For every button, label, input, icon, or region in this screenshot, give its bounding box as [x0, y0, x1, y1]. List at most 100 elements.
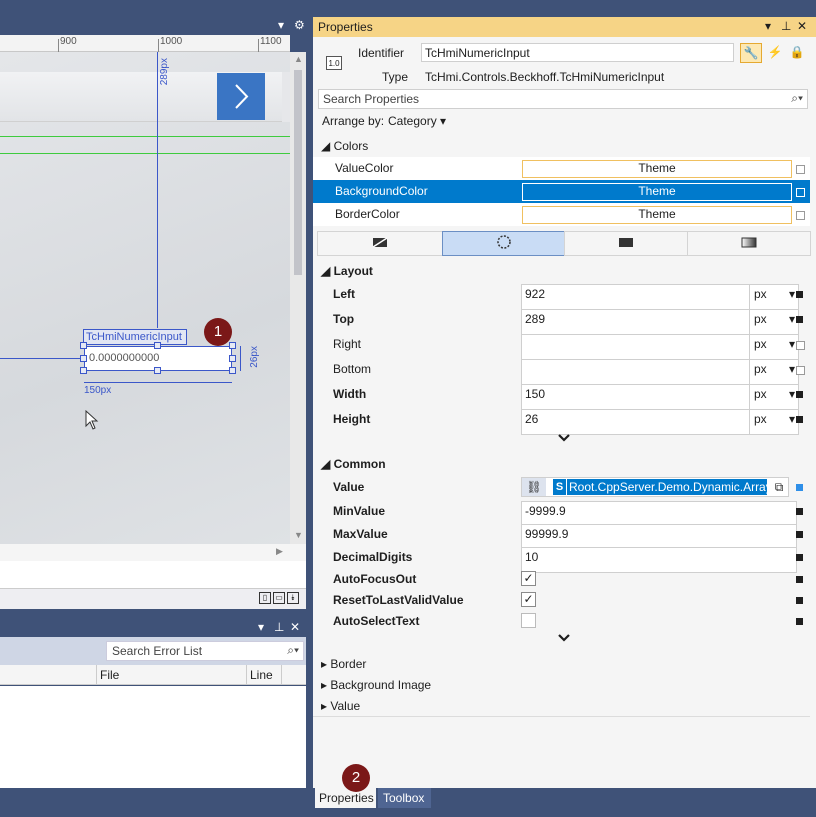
resize-handle[interactable] — [229, 342, 236, 349]
category-border[interactable]: ▸ Border — [321, 657, 366, 671]
close-icon[interactable]: ✕ — [797, 19, 807, 33]
property-state-icon — [796, 531, 803, 538]
resize-handle[interactable] — [154, 342, 161, 349]
category-common[interactable]: ◢ Common — [321, 457, 386, 471]
arrange-by-dropdown[interactable]: Category ▾ — [388, 114, 446, 128]
dropdown-arrow-icon[interactable]: ▾ — [278, 18, 284, 32]
top-distance-line — [157, 52, 158, 328]
search-icon[interactable]: ⌕▾ — [287, 643, 299, 658]
property-state-icon — [796, 416, 803, 423]
mouse-cursor-icon — [85, 410, 99, 430]
guide-line — [0, 136, 290, 137]
close-icon[interactable]: ✕ — [290, 620, 300, 634]
tab-solid-color[interactable] — [564, 231, 688, 256]
chevron-down-icon: ▾ — [788, 337, 795, 351]
resize-handle[interactable] — [80, 355, 87, 362]
next-button[interactable] — [217, 73, 265, 120]
chevron-down-icon: ▾ — [788, 387, 795, 401]
property-label-autofocusout: AutoFocusOut — [333, 572, 417, 586]
top-unit-select[interactable]: px ▾ — [749, 309, 799, 335]
value-binding-editor[interactable]: ⛓ S Root.CppServer.Demo.Dynamic.Array — [521, 477, 789, 497]
right-input[interactable] — [521, 334, 751, 360]
resize-handle[interactable] — [80, 367, 87, 374]
property-label-left: Left — [333, 287, 355, 301]
height-unit-select[interactable]: px ▾ — [749, 409, 799, 435]
property-state-icon — [796, 618, 803, 625]
top-input[interactable]: 289 — [521, 309, 751, 335]
decimaldigits-input[interactable]: 10 — [521, 547, 797, 573]
top-dimension-label: 289px — [159, 58, 170, 86]
category-colors[interactable]: ◢ Colors — [321, 139, 368, 153]
property-state-icon — [796, 291, 803, 298]
resize-handle[interactable] — [80, 342, 87, 349]
control-type-icon: 1.0 — [326, 56, 342, 70]
valuecolor-editor[interactable]: Theme — [522, 160, 792, 178]
search-error-list-input[interactable]: Search Error List ⌕▾ — [106, 641, 304, 661]
resize-handle[interactable] — [154, 367, 161, 374]
access-view-button[interactable]: 🔒 — [788, 43, 806, 63]
step-marker-2: 2 — [342, 764, 370, 792]
tab-properties[interactable]: Properties — [315, 788, 376, 808]
expand-more-icon[interactable] — [557, 433, 571, 443]
properties-title: Properties — [318, 20, 373, 34]
pin-icon[interactable]: ⊥ — [781, 19, 791, 33]
resize-handle[interactable] — [229, 367, 236, 374]
dropdown-arrow-icon[interactable]: ▾ — [765, 19, 771, 33]
left-unit-select[interactable]: px ▾ — [749, 284, 799, 310]
property-label-top: Top — [333, 312, 355, 326]
column-header-line[interactable]: Line — [250, 668, 273, 682]
property-state-icon — [796, 366, 805, 375]
search-properties-input[interactable]: Search Properties ⌕▾ — [318, 89, 808, 109]
tab-gradient[interactable] — [687, 231, 811, 256]
category-background-image[interactable]: ▸ Background Image — [321, 678, 431, 692]
resize-handle[interactable] — [229, 355, 236, 362]
view-mode-bar: ▯ ▭ ⯯ — [0, 588, 306, 609]
pin-icon[interactable]: ⊥ — [274, 620, 284, 634]
value-binding-text[interactable]: Root.CppServer.Demo.Dynamic.Array — [567, 479, 767, 495]
scroll-down-icon[interactable]: ▼ — [294, 530, 303, 540]
left-input[interactable]: 922 — [521, 284, 751, 310]
property-state-icon — [796, 391, 803, 398]
right-unit-select[interactable]: px ▾ — [749, 334, 799, 360]
column-header-file[interactable]: File — [100, 668, 119, 682]
collapse-pane-icon[interactable]: ⯯ — [287, 592, 299, 604]
tab-no-fill[interactable] — [317, 231, 443, 256]
gear-icon[interactable]: ⚙ — [294, 18, 305, 32]
scrollbar-thumb[interactable] — [294, 70, 302, 275]
autofocusout-checkbox[interactable]: ✓ — [521, 571, 536, 586]
width-input[interactable]: 150 — [521, 384, 751, 410]
events-view-button[interactable]: ⚡ — [766, 43, 784, 63]
search-icon[interactable]: ⌕▾ — [791, 91, 803, 106]
edit-binding-icon[interactable]: ⧉ — [770, 478, 788, 496]
identifier-label: Identifier — [358, 46, 405, 60]
height-input[interactable]: 26 — [521, 409, 751, 435]
identifier-input[interactable]: TcHmiNumericInput — [421, 43, 734, 62]
chevron-down-icon: ▾ — [788, 362, 795, 376]
properties-view-button[interactable]: 🔧 — [740, 43, 762, 63]
split-vertical-icon[interactable]: ▯ — [259, 592, 271, 604]
dropdown-arrow-icon[interactable]: ▾ — [258, 620, 264, 634]
no-fill-icon — [372, 237, 388, 248]
expand-more-icon[interactable] — [557, 633, 571, 643]
design-canvas[interactable]: 289px TcHmiNumericInput 0.0000000000 26p… — [0, 52, 290, 544]
split-horizontal-icon[interactable]: ▭ — [273, 592, 285, 604]
category-layout[interactable]: ◢ Layout — [321, 264, 373, 278]
bordercolor-editor[interactable]: Theme — [522, 206, 792, 224]
tab-theme[interactable] — [442, 231, 565, 256]
property-label-value: Value — [333, 480, 365, 494]
resettolastvalidvalue-checkbox[interactable]: ✓ — [521, 592, 536, 607]
property-label-decimaldigits: DecimalDigits — [333, 550, 413, 564]
width-unit-select[interactable]: px ▾ — [749, 384, 799, 410]
scroll-right-icon[interactable]: ▶ — [276, 546, 283, 557]
bottom-unit-select[interactable]: px ▾ — [749, 359, 799, 385]
bottom-input[interactable] — [521, 359, 751, 385]
backgroundcolor-editor[interactable]: Theme — [522, 183, 792, 201]
search-properties-placeholder: Search Properties — [323, 92, 420, 106]
scroll-up-icon[interactable]: ▲ — [294, 54, 303, 64]
horizontal-scrollbar[interactable]: ▶ — [0, 544, 306, 561]
property-state-icon — [796, 508, 803, 515]
autoselecttext-checkbox[interactable] — [521, 613, 536, 628]
link-icon[interactable]: ⛓ — [522, 478, 546, 496]
category-value[interactable]: ▸ Value — [321, 699, 360, 713]
tab-toolbox[interactable]: Toolbox — [378, 788, 431, 808]
